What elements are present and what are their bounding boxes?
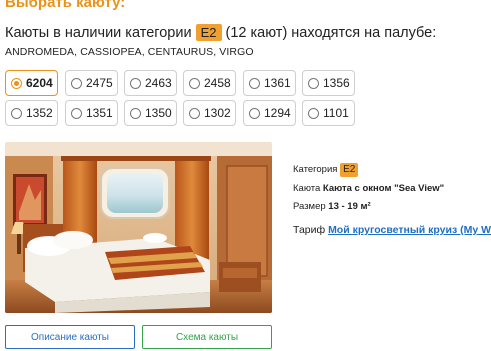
radio-icon bbox=[308, 77, 319, 89]
availability-line: Каюты в наличии категории E2 (12 кают) н… bbox=[5, 24, 436, 42]
tariff-link[interactable]: Мой кругосветный круиз (My Wo bbox=[328, 224, 491, 236]
cabin-photo bbox=[5, 142, 272, 313]
cabin-option-1361[interactable]: 1361 bbox=[243, 70, 296, 96]
info-tariff: Тариф Мой кругосветный круиз (My Wo bbox=[293, 224, 491, 236]
cabin-description-button[interactable]: Описание каюты bbox=[5, 325, 135, 349]
radio-icon bbox=[71, 107, 82, 119]
cabin-number: 1294 bbox=[264, 106, 291, 120]
info-size: Размер 13 - 19 м² bbox=[293, 201, 371, 212]
size-label: Размер bbox=[293, 201, 326, 212]
page-title: Выбрать каюту: bbox=[5, 0, 126, 11]
radio-icon bbox=[189, 77, 200, 89]
cabin-type-value: Каюта с окном "Sea View" bbox=[322, 183, 445, 194]
info-category: Категория E2 bbox=[293, 163, 359, 177]
availability-suffix: (12 кают) находятся на палубе: bbox=[225, 25, 437, 41]
category-value-badge: E2 bbox=[340, 163, 359, 177]
cabin-type-label: Каюта bbox=[293, 183, 321, 194]
radio-icon bbox=[249, 77, 260, 89]
availability-prefix: Каюты в наличии категории bbox=[5, 25, 192, 41]
cabin-number: 1101 bbox=[323, 106, 349, 120]
category-label: Категория bbox=[293, 164, 338, 175]
cabin-option-2475[interactable]: 2475 bbox=[65, 70, 118, 96]
radio-icon bbox=[11, 107, 22, 119]
size-value: 13 - 19 м² bbox=[328, 201, 371, 212]
radio-icon bbox=[130, 107, 141, 119]
cabin-option-1294[interactable]: 1294 bbox=[243, 100, 296, 126]
cabin-option-1302[interactable]: 1302 bbox=[183, 100, 236, 126]
tariff-label: Тариф bbox=[293, 224, 326, 236]
cabin-number: 2463 bbox=[145, 76, 172, 90]
cabin-option-2458[interactable]: 2458 bbox=[183, 70, 236, 96]
cabin-number: 1361 bbox=[264, 76, 291, 90]
cabin-option-1351[interactable]: 1351 bbox=[65, 100, 118, 126]
radio-icon bbox=[249, 107, 260, 119]
cabin-option-1352[interactable]: 1352 bbox=[5, 100, 58, 126]
radio-icon bbox=[130, 77, 141, 89]
cabin-option-6204[interactable]: 6204 bbox=[5, 70, 58, 96]
cabin-option-1356[interactable]: 1356 bbox=[302, 70, 355, 96]
radio-icon bbox=[308, 107, 319, 119]
cabin-number: 2475 bbox=[86, 76, 113, 90]
radio-icon bbox=[189, 107, 200, 119]
cabin-number: 6204 bbox=[26, 76, 53, 90]
cabin-number: 1302 bbox=[204, 106, 231, 120]
radio-selected-icon bbox=[11, 77, 22, 89]
cabin-option-1350[interactable]: 1350 bbox=[124, 100, 177, 126]
category-badge: E2 bbox=[195, 24, 222, 41]
cabin-number: 1352 bbox=[26, 106, 53, 120]
deck-list: ANDROMEDA, CASSIOPEA, CENTAURUS, VIRGO bbox=[5, 46, 254, 58]
cabin-number: 1351 bbox=[86, 106, 113, 120]
cabin-number: 1350 bbox=[145, 106, 172, 120]
cabin-scheme-button[interactable]: Схема каюты bbox=[142, 325, 272, 349]
cabin-number: 2458 bbox=[204, 76, 231, 90]
cabin-option-2463[interactable]: 2463 bbox=[124, 70, 177, 96]
cabin-option-1101[interactable]: 1101 bbox=[302, 100, 355, 126]
info-cabin-type: Каюта Каюта с окном "Sea View" bbox=[293, 183, 444, 194]
radio-icon bbox=[71, 77, 82, 89]
cabin-number: 1356 bbox=[323, 76, 350, 90]
